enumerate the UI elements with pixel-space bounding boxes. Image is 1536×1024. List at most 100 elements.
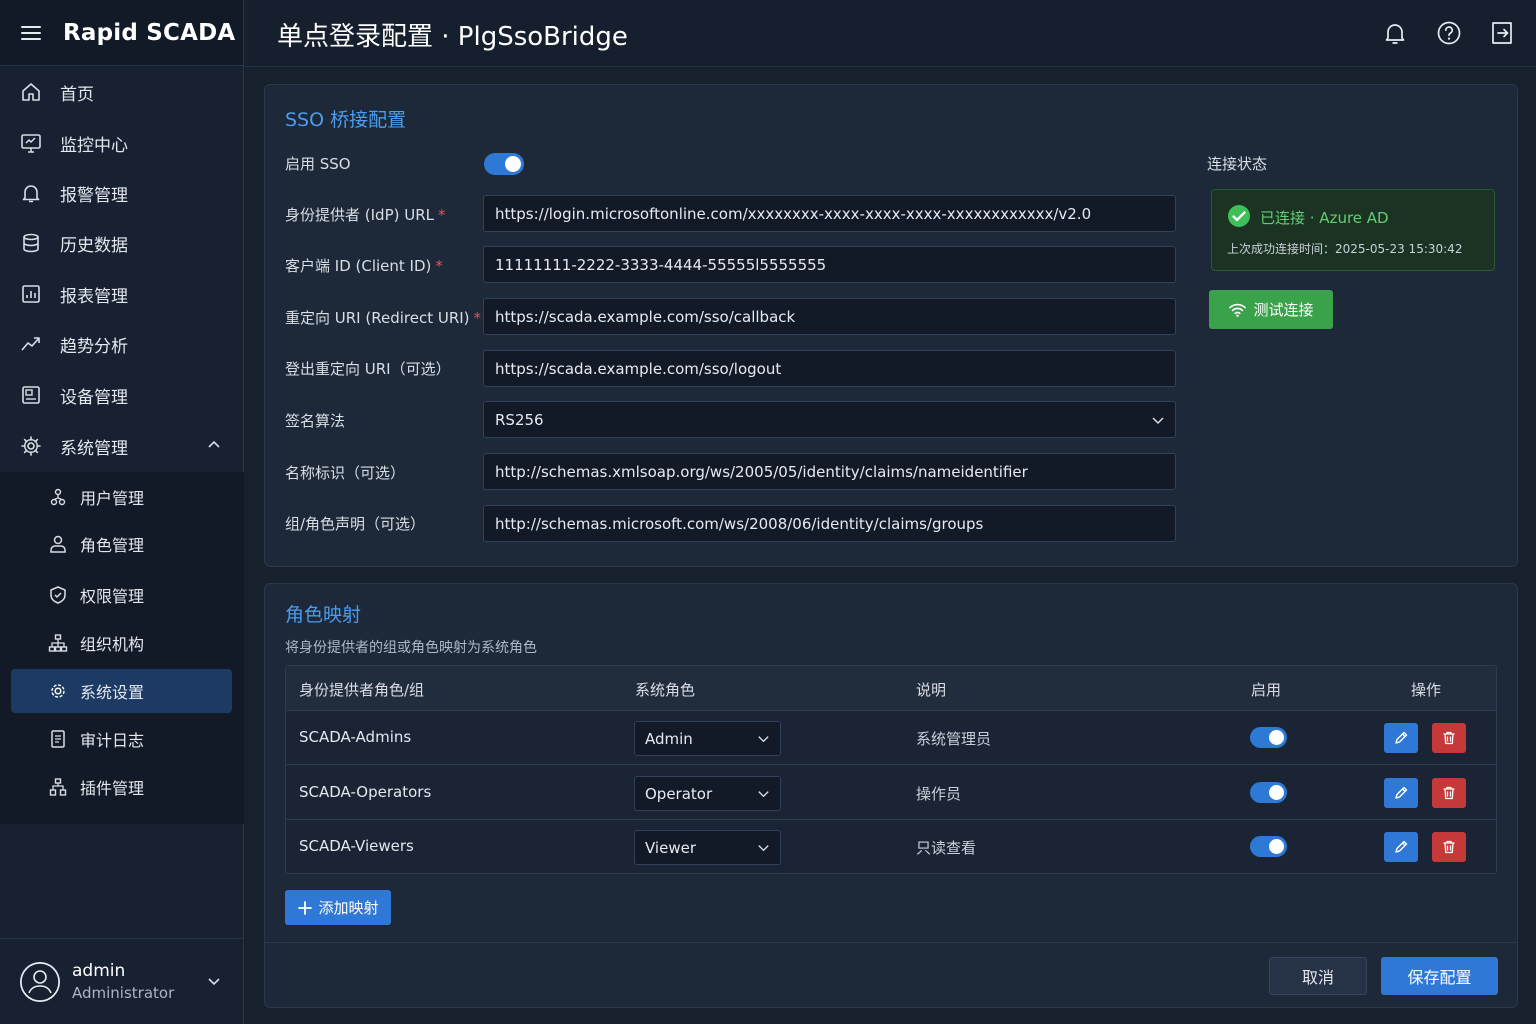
chevron-down-icon xyxy=(758,791,769,798)
sidebar-subitem-audit[interactable]: 审计日志 xyxy=(11,717,232,761)
redirect-uri-input[interactable] xyxy=(483,298,1176,335)
trash-icon xyxy=(1443,731,1455,745)
row-enable-toggle[interactable] xyxy=(1250,727,1287,748)
group-claim-label: 组/角色声明（可选） xyxy=(285,515,426,533)
plus-icon xyxy=(298,900,313,915)
name-id-input[interactable] xyxy=(483,453,1176,490)
system-role-select[interactable]: Viewer xyxy=(634,830,781,865)
sidebar-subitem-label: 审计日志 xyxy=(80,731,145,750)
chevron-down-icon xyxy=(758,845,769,852)
gear-icon xyxy=(21,436,41,456)
connection-status-text: 已连接 · Azure AD xyxy=(1260,209,1389,227)
required-mark: * xyxy=(473,309,482,327)
sidebar-subitem-label: 插件管理 xyxy=(80,779,145,798)
home-icon xyxy=(22,83,40,101)
log-icon xyxy=(51,730,65,748)
test-connection-label: 测试连接 xyxy=(1253,301,1314,319)
header-description: 说明 xyxy=(916,681,947,699)
help-icon[interactable] xyxy=(1436,20,1462,46)
add-mapping-button[interactable]: 添加映射 xyxy=(285,890,391,925)
user-profile[interactable]: admin Administrator xyxy=(0,938,244,1024)
sidebar-subitem-label: 系统设置 xyxy=(80,683,145,702)
sidebar-subitem-plugins[interactable]: 插件管理 xyxy=(11,765,232,809)
idp-group-cell: SCADA-Operators xyxy=(299,783,432,801)
sidebar-subitem-label: 权限管理 xyxy=(80,587,145,606)
logout-uri-input[interactable] xyxy=(483,350,1176,387)
check-circle-icon xyxy=(1228,205,1250,227)
idp-url-input[interactable] xyxy=(483,195,1176,232)
toggle-knob xyxy=(1269,730,1284,745)
sidebar-subitem-organization[interactable]: 组织机构 xyxy=(11,621,232,665)
sidebar-subitem-settings[interactable]: 系统设置 xyxy=(11,669,232,713)
sidebar-item-trends[interactable]: 趋势分析 xyxy=(0,321,244,367)
enable-sso-toggle[interactable] xyxy=(484,153,524,175)
row-enable-toggle[interactable] xyxy=(1250,836,1287,857)
shield-icon xyxy=(50,586,66,604)
sign-alg-select[interactable]: RS256 xyxy=(483,401,1176,438)
device-icon xyxy=(22,386,40,404)
group-claim-input[interactable] xyxy=(483,505,1176,542)
sidebar-subitem-label: 用户管理 xyxy=(80,489,145,508)
sidebar-item-alarms[interactable]: 报警管理 xyxy=(0,170,244,216)
row-enable-toggle[interactable] xyxy=(1250,782,1287,803)
hamburger-menu-icon[interactable] xyxy=(20,22,42,44)
trend-icon xyxy=(21,337,40,351)
logout-icon[interactable] xyxy=(1489,20,1515,46)
table-row: SCADA-Admins Admin 系统管理员 xyxy=(286,711,1496,765)
user-icon xyxy=(20,961,60,1002)
mapping-card-title: 角色映射 xyxy=(285,604,362,626)
sidebar-item-home[interactable]: 首页 xyxy=(0,69,244,115)
sso-config-card: SSO 桥接配置 启用 SSO 身份提供者 (IdP) URL* 客户端 ID … xyxy=(264,84,1518,567)
save-button[interactable]: 保存配置 xyxy=(1381,957,1498,995)
sidebar-item-label: 报警管理 xyxy=(60,185,128,206)
chevron-up-icon[interactable] xyxy=(206,437,222,453)
delete-button[interactable] xyxy=(1432,832,1466,862)
add-mapping-label: 添加映射 xyxy=(318,899,379,917)
delete-button[interactable] xyxy=(1432,723,1466,753)
header-system-role: 系统角色 xyxy=(635,681,696,699)
sign-alg-label: 签名算法 xyxy=(285,412,346,430)
brand-bar: Rapid SCADA xyxy=(0,0,243,66)
sign-alg-value: RS256 xyxy=(495,410,544,429)
header-idp-group: 身份提供者角色/组 xyxy=(299,681,425,699)
sidebar-item-reports[interactable]: 报表管理 xyxy=(0,271,244,317)
delete-button[interactable] xyxy=(1432,778,1466,808)
last-connect-time: 上次成功连接时间：2025-05-23 15:30:42 xyxy=(1227,242,1463,256)
sidebar-item-label: 趋势分析 xyxy=(60,336,128,357)
system-submenu: 用户管理 角色管理 权限管理 组织机构 系统设置 审计日志 插件管理 xyxy=(0,472,244,824)
org-icon xyxy=(48,634,68,652)
sidebar-item-system[interactable]: 系统管理 xyxy=(0,423,244,469)
client-id-input[interactable] xyxy=(483,246,1176,283)
mapping-table: 身份提供者角色/组 系统角色 说明 启用 操作 SCADA-Admins Adm… xyxy=(285,665,1497,874)
idp-url-label-text: 身份提供者 (IdP) URL xyxy=(285,206,434,224)
sidebar-item-monitor[interactable]: 监控中心 xyxy=(0,120,244,166)
idp-group-cell: SCADA-Admins xyxy=(299,728,412,746)
chevron-down-icon[interactable] xyxy=(206,973,222,989)
sidebar-subitem-permissions[interactable]: 权限管理 xyxy=(11,573,232,617)
sidebar-item-history[interactable]: 历史数据 xyxy=(0,220,244,266)
chevron-down-icon xyxy=(758,736,769,743)
system-role-select[interactable]: Admin xyxy=(634,721,781,756)
cancel-button[interactable]: 取消 xyxy=(1269,957,1367,995)
edit-button[interactable] xyxy=(1384,778,1418,808)
table-header: 身份提供者角色/组 系统角色 说明 启用 操作 xyxy=(286,666,1496,711)
role-mapping-card: 角色映射 将身份提供者的组或角色映射为系统角色 身份提供者角色/组 系统角色 说… xyxy=(264,583,1518,1008)
sidebar-subitem-roles[interactable]: 角色管理 xyxy=(11,522,232,566)
idp-group-cell: SCADA-Viewers xyxy=(299,837,414,855)
pencil-icon xyxy=(1395,731,1408,744)
monitor-icon xyxy=(21,134,41,153)
system-role-value: Operator xyxy=(645,784,713,803)
redirect-uri-label: 重定向 URI (Redirect URI) * xyxy=(285,307,481,328)
pencil-icon xyxy=(1395,786,1408,799)
description-cell: 操作员 xyxy=(916,785,962,803)
sidebar-item-label: 系统管理 xyxy=(60,438,128,459)
connection-status-box: 已连接 · Azure AD 上次成功连接时间：2025-05-23 15:30… xyxy=(1211,189,1495,271)
edit-button[interactable] xyxy=(1384,723,1418,753)
system-role-select[interactable]: Operator xyxy=(634,776,781,811)
edit-button[interactable] xyxy=(1384,832,1418,862)
notification-bell-icon[interactable] xyxy=(1382,20,1408,46)
sidebar-item-devices[interactable]: 设备管理 xyxy=(0,372,244,418)
sidebar-subitem-users[interactable]: 用户管理 xyxy=(11,475,232,519)
test-connection-button[interactable]: 测试连接 xyxy=(1209,290,1333,329)
report-icon xyxy=(22,285,40,303)
